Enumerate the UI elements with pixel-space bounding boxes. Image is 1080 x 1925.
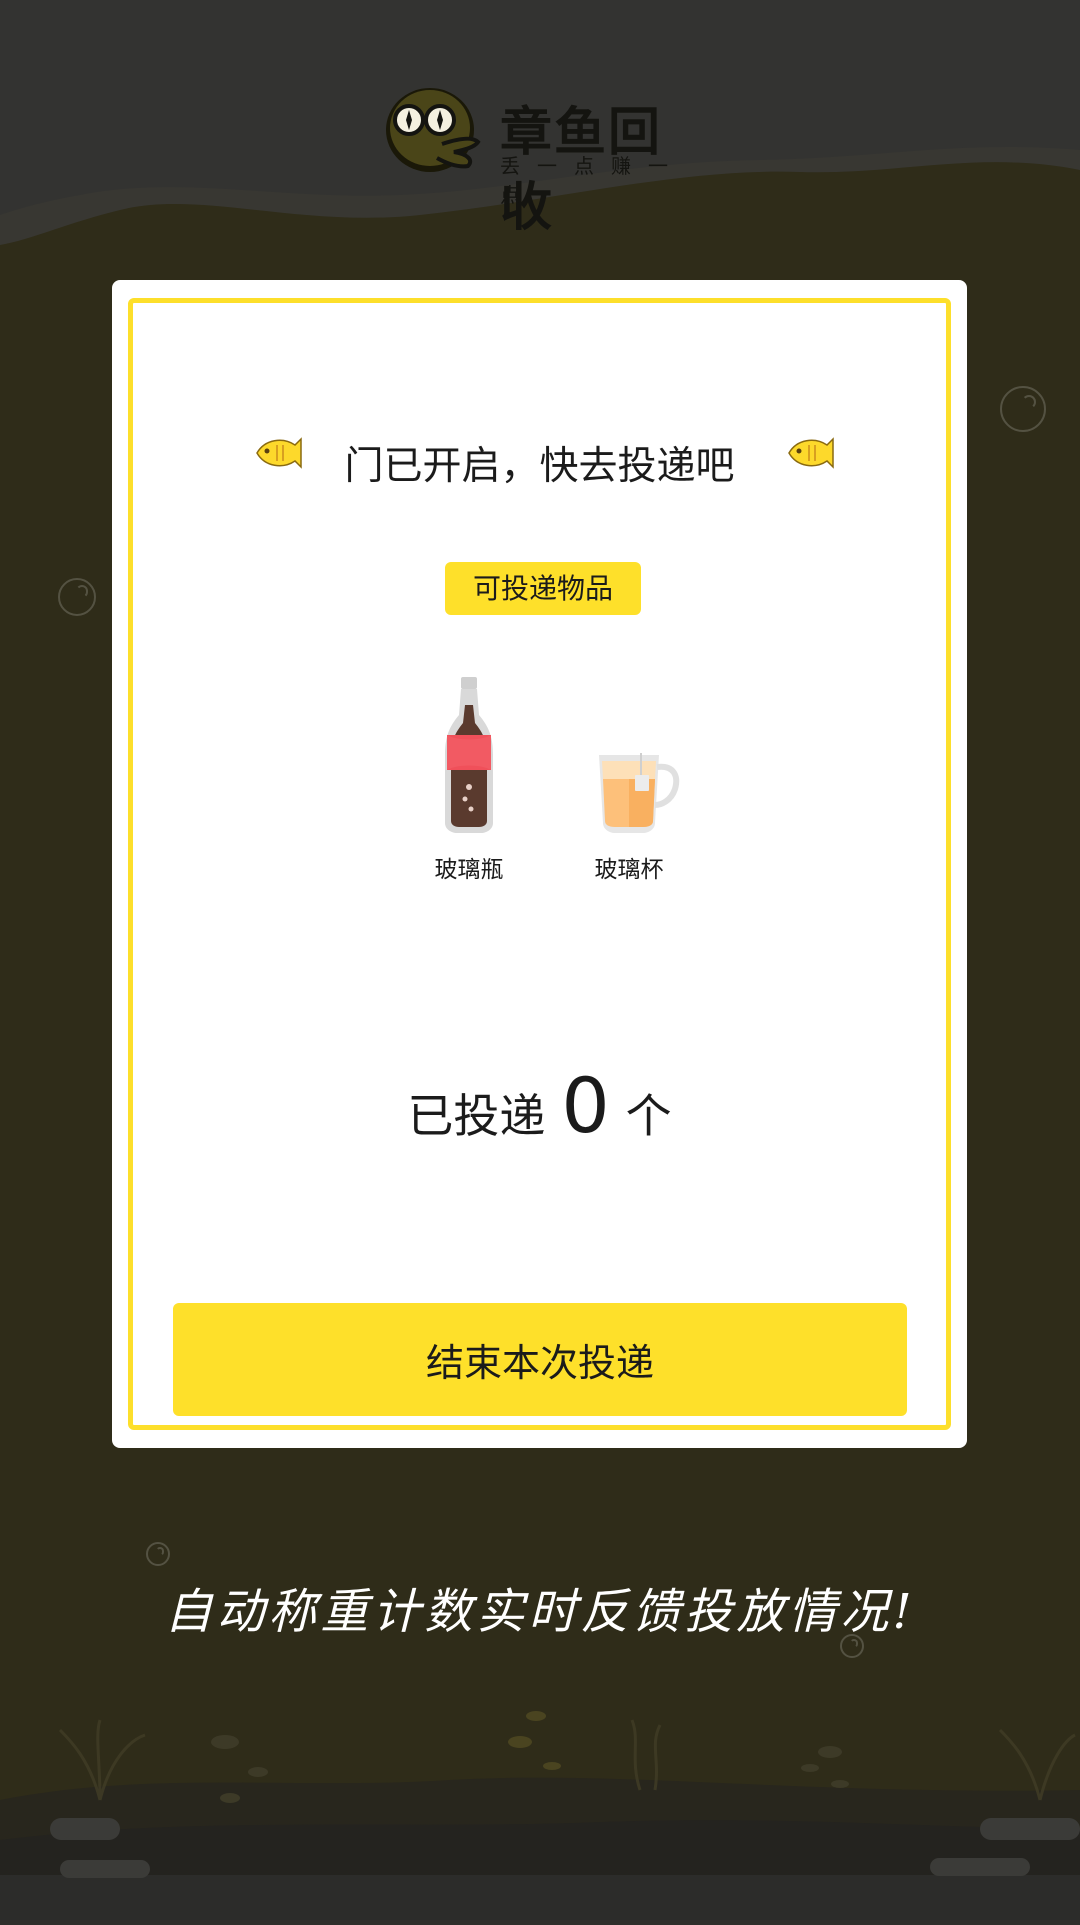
delivered-count-label: 已投递 xyxy=(407,1089,546,1143)
delivered-count-value: 0 xyxy=(561,1061,610,1150)
app-logo: 章鱼回收 丢一点赚一点 xyxy=(382,84,702,238)
accepted-item: 玻璃杯 xyxy=(569,675,689,885)
bubble-decoration xyxy=(58,578,96,616)
headline-row: 门已开启，快去投递吧 xyxy=(133,435,946,495)
accepted-item: 玻璃瓶 xyxy=(409,675,529,885)
glass-bottle-icon xyxy=(445,677,493,833)
item-label: 玻璃杯 xyxy=(594,857,664,883)
slogan-text: 自动称重计数实时反馈投放情况! xyxy=(164,1584,916,1640)
bubble-decoration xyxy=(1000,386,1046,432)
octopus-logo-icon xyxy=(386,88,481,172)
logo-subtitle: 丢一点赚一点 xyxy=(500,154,685,207)
dialog-border-frame: 门已开启，快去投递吧 可投递物品 玻璃瓶 玻璃杯 已投递 0 个 结束本次投递 xyxy=(128,298,951,1430)
delivered-count-unit: 个 xyxy=(625,1089,672,1143)
accepted-items-badge: 可投递物品 xyxy=(445,562,641,615)
item-label: 玻璃瓶 xyxy=(434,857,504,883)
delivered-count: 已投递 0 个 xyxy=(133,1061,946,1150)
delivery-dialog: 门已开启，快去投递吧 可投递物品 玻璃瓶 玻璃杯 已投递 0 个 结束本次投递 xyxy=(112,280,967,1448)
bubble-decoration xyxy=(146,1542,170,1566)
end-delivery-button[interactable]: 结束本次投递 xyxy=(173,1303,907,1416)
fish-icon xyxy=(788,437,834,469)
glass-cup-icon xyxy=(599,753,680,833)
